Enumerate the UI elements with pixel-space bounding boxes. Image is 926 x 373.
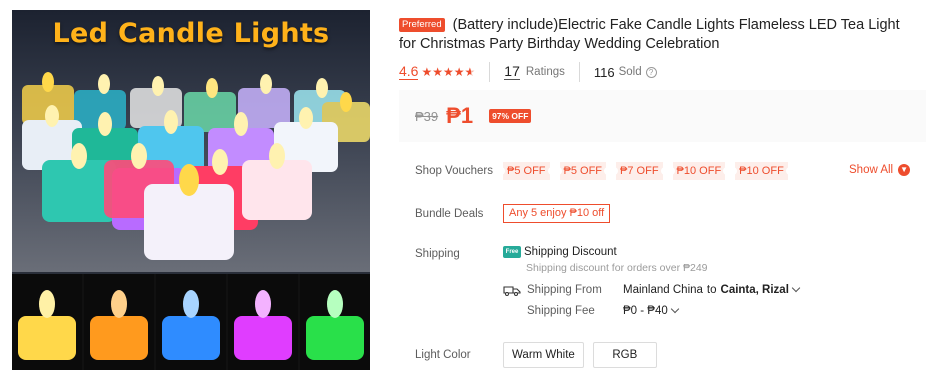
image-caption: Led Candle Lights xyxy=(52,18,330,49)
price-section: ₱39 ₱1 97% OFF xyxy=(399,90,926,142)
voucher-chip[interactable]: ₱5 OFF xyxy=(501,162,552,180)
variation-option-rgb[interactable]: RGB xyxy=(592,342,657,368)
voucher-chip[interactable]: ₱10 OFF xyxy=(733,162,790,180)
truck-icon xyxy=(503,284,523,296)
star-icon: ★ xyxy=(453,65,465,79)
product-title-text: (Battery include)Electric Fake Candle Li… xyxy=(399,17,900,52)
thumbnail-purple[interactable] xyxy=(228,274,298,370)
help-icon[interactable]: ? xyxy=(645,66,657,78)
shipping-from-row: Shipping From Mainland China to Cainta, … xyxy=(503,283,801,296)
shipping-from-value: Mainland China xyxy=(623,284,703,296)
shipping-discount-title: Shipping Discount xyxy=(524,246,617,258)
shipping-to-word: to xyxy=(706,284,717,296)
show-all-label: Show All xyxy=(849,164,894,176)
star-icon: ★ xyxy=(443,65,454,79)
product-details: Preferred (Battery include)Electric Fake … xyxy=(399,0,926,373)
chevron-down-icon[interactable] xyxy=(791,283,801,293)
divider xyxy=(578,62,580,82)
thumbnail-orange[interactable] xyxy=(84,274,154,370)
sold-count: 116 xyxy=(593,64,615,80)
star-half-icon: ★ xyxy=(464,65,476,79)
shipping-discount-desc: Shipping discount for orders over ₱249 xyxy=(526,262,708,274)
divider xyxy=(489,62,491,82)
voucher-chip[interactable]: ₱10 OFF xyxy=(670,162,727,180)
shipping-fee-row: Shipping Fee ₱0 - ₱40 xyxy=(527,304,679,317)
shop-vouchers-label: Shop Vouchers xyxy=(415,165,494,177)
product-title: Preferred (Battery include)Electric Fake … xyxy=(399,16,919,54)
voucher-list: ₱5 OFF ₱5 OFF ₱7 OFF ₱10 OFF ₱10 OFF xyxy=(501,162,790,180)
show-all-vouchers-button[interactable]: Show All ▼ xyxy=(849,164,911,176)
bundle-deals-label: Bundle Deals xyxy=(415,208,484,220)
shipping-from-label: Shipping From xyxy=(527,284,602,296)
bundle-deal-tag[interactable]: Any 5 enjoy ₱10 off xyxy=(503,204,611,223)
light-color-label: Light Color xyxy=(415,349,471,361)
shipping-label: Shipping xyxy=(415,248,460,260)
candles-illustration xyxy=(22,72,370,260)
current-price: ₱1 xyxy=(446,103,474,128)
shipping-fee-value[interactable]: ₱0 - ₱40 xyxy=(623,305,668,317)
rating-row: 4.6 ★ ★ ★ ★ ★ 17 Ratings 116 Sold ? xyxy=(399,62,657,82)
free-shipping-icon: Free xyxy=(503,246,521,258)
thumbnail-warm-white[interactable] xyxy=(12,274,82,370)
rating-value[interactable]: 4.6 xyxy=(399,64,419,80)
chevron-down-icon[interactable] xyxy=(670,304,679,314)
ratings-count[interactable]: 17 xyxy=(504,64,520,80)
thumbnail-blue[interactable] xyxy=(156,274,226,370)
star-icon: ★ xyxy=(421,65,433,79)
light-color-options: Warm White RGB xyxy=(503,342,657,368)
preferred-badge: Preferred xyxy=(399,18,445,32)
discount-badge: 97% OFF xyxy=(489,109,532,123)
voucher-chip[interactable]: ₱5 OFF xyxy=(557,162,608,180)
ratings-label: Ratings xyxy=(525,66,565,78)
shipping-destination[interactable]: Cainta, Rizal xyxy=(721,284,789,296)
product-image[interactable]: Led Candle Lights xyxy=(12,10,370,370)
voucher-chip[interactable]: ₱7 OFF xyxy=(614,162,665,180)
original-price: ₱39 xyxy=(415,108,439,124)
variation-option-warm-white[interactable]: Warm White xyxy=(503,342,584,368)
shipping-discount: Free Shipping Discount xyxy=(503,246,617,258)
product-main-image[interactable]: Led Candle Lights xyxy=(12,10,370,272)
image-thumbnails xyxy=(12,274,370,370)
thumbnail-green[interactable] xyxy=(300,274,370,370)
rating-stars: ★ ★ ★ ★ ★ xyxy=(421,66,475,78)
sold-label: Sold xyxy=(618,66,642,78)
chevron-down-icon: ▼ xyxy=(898,164,911,176)
shipping-fee-label: Shipping Fee xyxy=(527,305,595,317)
star-icon: ★ xyxy=(432,65,443,79)
